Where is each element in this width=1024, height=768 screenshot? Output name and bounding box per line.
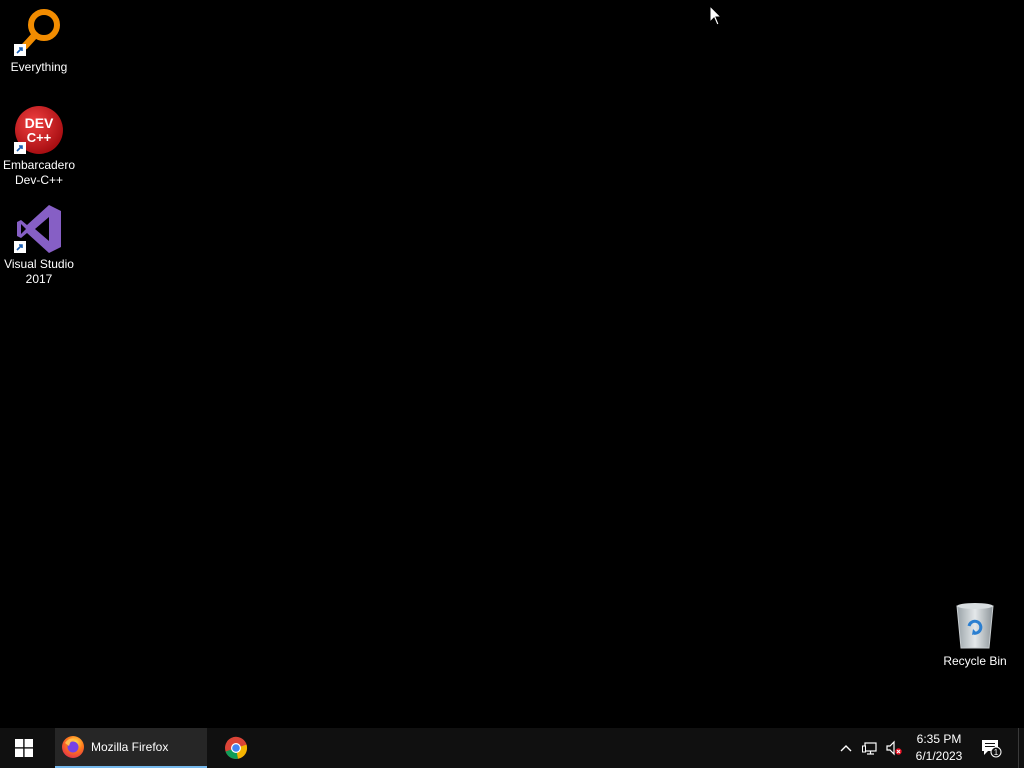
desktop-icon-everything[interactable]: Everything [0, 6, 78, 75]
show-hidden-icons-chevron-icon[interactable] [838, 740, 854, 756]
desktop-icon-devcpp[interactable]: DEV C++ Embarcadero Dev-C++ [0, 104, 78, 188]
start-button[interactable] [0, 728, 48, 768]
shortcut-arrow-icon [14, 142, 26, 154]
devcpp-logo-text-dev: DEV [25, 115, 54, 131]
chrome-icon [225, 736, 248, 759]
mouse-cursor-icon [709, 5, 723, 26]
desktop-icon-label: Visual Studio 2017 [4, 257, 74, 286]
firefox-icon [62, 736, 84, 758]
show-desktop-button[interactable] [1018, 728, 1024, 768]
shortcut-arrow-icon [14, 44, 26, 56]
taskbar-item-label: Mozilla Firefox [91, 740, 169, 754]
windows-logo-icon [15, 739, 33, 757]
everything-magnifier-icon [13, 6, 65, 58]
volume-muted-icon[interactable] [886, 740, 902, 756]
action-center-notification-icon[interactable]: 1 [980, 738, 1002, 758]
devcpp-icon: DEV C++ [13, 104, 65, 156]
taskbar-clock[interactable]: 6:35 PM 6/1/2023 [908, 731, 970, 765]
desktop[interactable]: Everything DEV C++ Embarcadero Dev-C++ V… [0, 0, 1024, 728]
taskbar-item-firefox[interactable]: Mozilla Firefox [55, 728, 207, 768]
network-icon[interactable] [862, 740, 878, 756]
notification-count-badge: 1 [994, 748, 999, 757]
devcpp-logo-text-cpp: C++ [27, 130, 52, 145]
desktop-icon-label: Everything [10, 60, 68, 74]
clock-time: 6:35 PM [916, 732, 962, 746]
recycle-bin-icon [949, 600, 1001, 652]
shortcut-arrow-icon [14, 241, 26, 253]
taskbar: Mozilla Firefox 6:35 PM 6/1/2023 1 [0, 728, 1024, 768]
desktop-icon-visual-studio[interactable]: Visual Studio 2017 [0, 203, 78, 287]
clock-date: 6/1/2023 [915, 749, 963, 763]
taskbar-item-chrome[interactable] [214, 728, 258, 768]
desktop-icon-recycle-bin[interactable]: Recycle Bin [936, 600, 1014, 669]
desktop-icon-label: Embarcadero Dev-C++ [2, 158, 76, 187]
visual-studio-icon [13, 203, 65, 255]
desktop-icon-label: Recycle Bin [943, 654, 1007, 668]
